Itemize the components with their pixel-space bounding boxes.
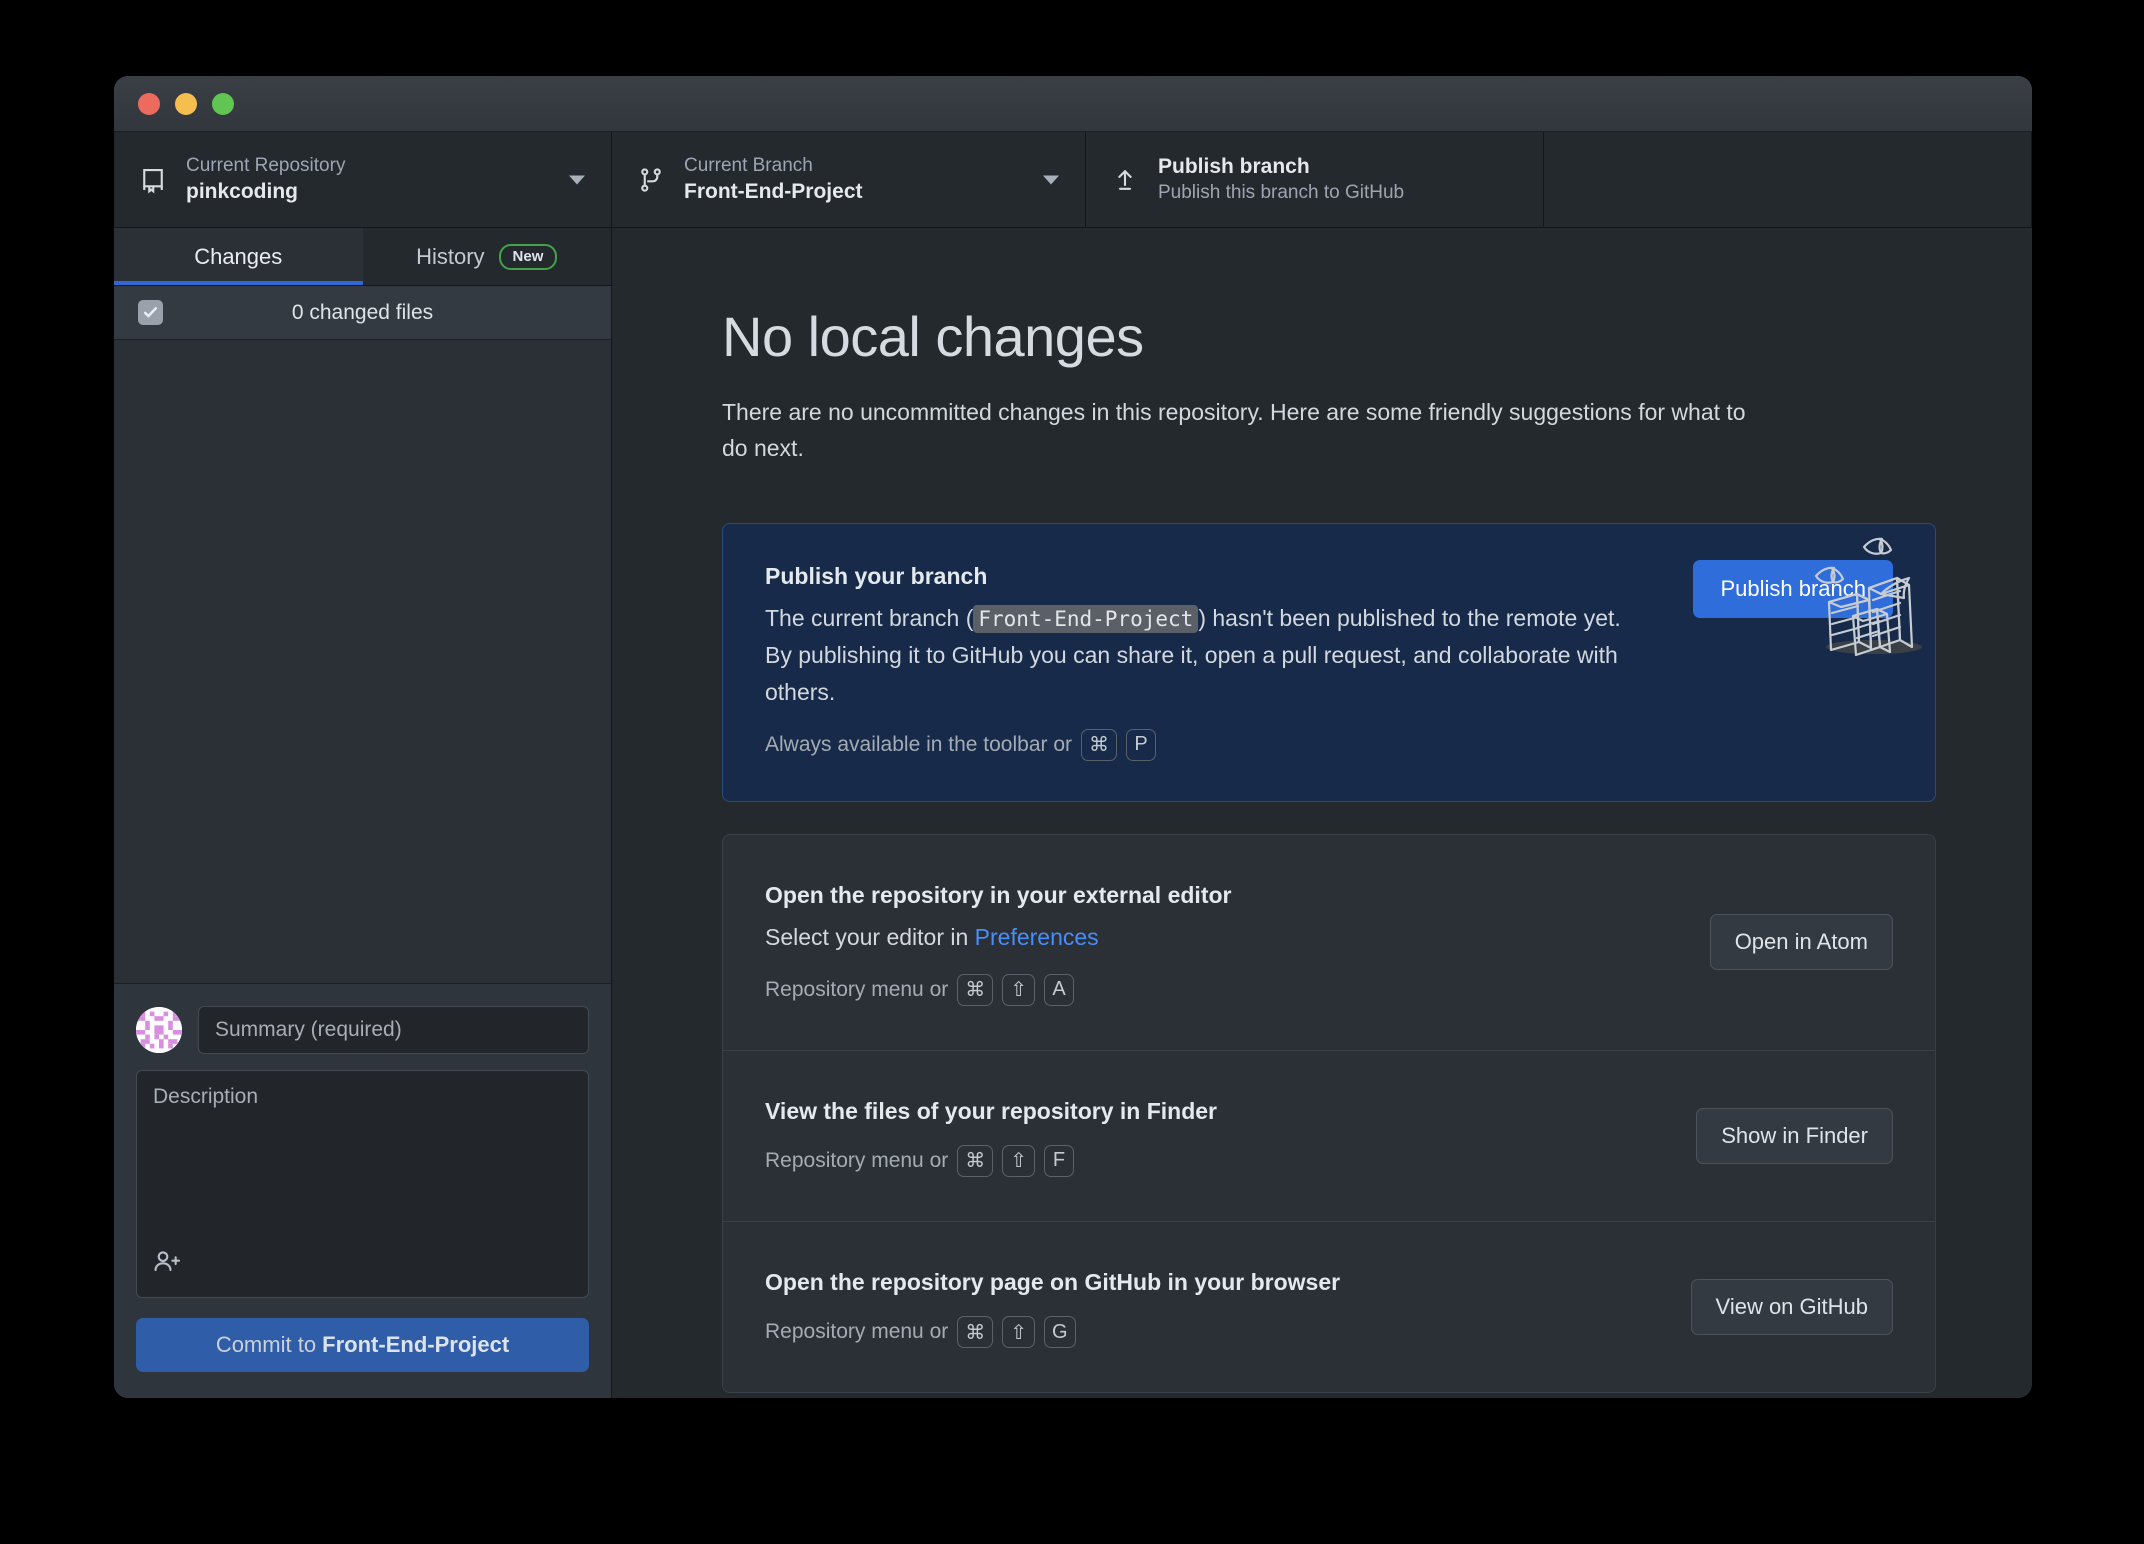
kbd-command-icon: ⌘ [957,1144,994,1177]
person-add-icon[interactable] [151,1246,183,1283]
current-repository-value: pinkcoding [186,179,298,203]
suggestion-title: Open the repository in your external edi… [765,881,1232,908]
publish-branch-toolbar-button[interactable]: Publish branch Publish this branch to Gi… [1086,132,1544,227]
chevron-down-icon [569,175,585,184]
suggestion-show-in-finder: View the files of your repository in Fin… [723,1051,1935,1222]
suggestion-footer-text: Repository menu or [765,1320,949,1344]
kbd-shift-icon: ⇧ [1002,1316,1036,1349]
commit-summary-row [136,1006,589,1054]
kbd-command-icon: ⌘ [957,1316,994,1349]
current-branch-value: Front-End-Project [684,179,863,203]
suggestion-footer: Repository menu or ⌘ ⇧ F [765,1144,1666,1177]
changed-files-count: 0 changed files [291,300,434,324]
suggestion-body: Select your editor in Preferences [765,919,1645,956]
repo-icon [138,165,168,195]
kbd-p: P [1126,728,1157,761]
suggestion-footer-text: Repository menu or [765,977,949,1001]
upload-icon [1110,165,1140,195]
toolbar: Current Repository pinkcoding Current Br… [114,132,2032,228]
publish-card-body: The current branch (Front-End-Project) h… [765,600,1645,710]
title-bar [114,76,2032,132]
view-on-github-button[interactable]: View on GitHub [1690,1279,1893,1336]
suggestion-title: Open the repository page on GitHub in yo… [765,1268,1341,1295]
kbd-shift-icon: ⇧ [1002,1144,1036,1177]
page-title: No local changes [722,305,1144,368]
kbd-command-icon: ⌘ [957,973,994,1006]
suggestion-title: View the files of your repository in Fin… [765,1097,1217,1124]
current-repository-label: Current Repository [186,155,346,176]
kbd-a: A [1044,973,1075,1006]
open-in-atom-button[interactable]: Open in Atom [1709,914,1893,971]
publish-card-text: Publish your branch The current branch (… [765,560,1663,761]
page-subtitle: There are no uncommitted changes in this… [722,398,1746,462]
tab-changes[interactable]: Changes [114,228,363,286]
suggestions-card: Open the repository in your external edi… [722,833,1936,1394]
current-repository-dropdown[interactable]: Current Repository pinkcoding [114,132,612,227]
sidebar-tabs: Changes History New [114,228,611,286]
git-branch-icon [636,165,666,195]
main-content: No local changes There are no uncommitte… [612,228,2032,1398]
app-window: Current Repository pinkcoding Current Br… [114,76,2032,1398]
publish-branch-card: Publish your branch The current branch (… [722,523,1936,802]
minimize-window-button[interactable] [175,92,197,115]
kbd-command-icon: ⌘ [1081,728,1118,761]
suggestion-text: View the files of your repository in Fin… [765,1095,1666,1177]
chevron-down-icon [1043,175,1059,184]
traffic-lights [138,92,234,115]
suggestion-open-in-editor: Open the repository in your external edi… [723,835,1935,1051]
publish-card-body-before: The current branch ( [765,605,974,632]
current-branch-label: Current Branch [684,155,813,176]
commit-button-prefix: Commit to [215,1332,323,1357]
history-new-badge: New [498,243,558,270]
toolbar-empty-area [1544,132,2032,227]
suggestion-footer-text: Repository menu or [765,1148,949,1172]
tab-history-label: History [416,243,485,269]
sidebar: Changes History New 0 changed files Summ… [114,228,612,1398]
suggestion-text: Open the repository page on GitHub in yo… [765,1266,1661,1349]
publish-card-footer: Always available in the toolbar or ⌘ P [765,728,1663,761]
branch-name-chip: Front-End-Project [973,605,1199,634]
commit-button-branch: Front-End-Project [322,1332,510,1357]
commit-description-input[interactable]: Description [136,1070,589,1298]
preferences-link[interactable]: Preferences [975,924,1099,950]
select-all-checkbox[interactable] [138,300,163,325]
maximize-window-button[interactable] [212,92,234,115]
no-changes-illustration [1798,518,1928,663]
suggestion-body-text: Select your editor in [765,923,975,950]
changed-files-header: 0 changed files [114,286,611,340]
suggestion-text: Open the repository in your external edi… [765,879,1680,1006]
changed-file-list [114,340,611,983]
avatar [136,1007,182,1053]
commit-description-placeholder: Description [153,1085,259,1108]
kbd-f: F [1044,1144,1075,1177]
current-branch-dropdown[interactable]: Current Branch Front-End-Project [612,132,1086,227]
commit-summary-input[interactable] [198,1006,589,1054]
publish-branch-title: Publish branch [1158,155,1310,178]
app-body: Changes History New 0 changed files Summ… [114,228,2032,1398]
suggestion-view-on-github: Open the repository page on GitHub in yo… [723,1222,1935,1392]
commit-form: Description Commit to Front-End-Project [114,983,611,1398]
publish-branch-subtitle: Publish this branch to GitHub [1158,182,1405,204]
publish-card-title: Publish your branch [765,563,988,590]
commit-button[interactable]: Commit to Front-End-Project [136,1318,589,1372]
kbd-g: G [1044,1316,1076,1349]
suggestion-footer: Repository menu or ⌘ ⇧ A [765,973,1680,1006]
tab-history[interactable]: History New [362,228,611,286]
publish-card-footer-text: Always available in the toolbar or [765,732,1073,756]
tab-changes-label: Changes [194,243,283,269]
close-window-button[interactable] [138,92,160,115]
suggestion-footer: Repository menu or ⌘ ⇧ G [765,1316,1661,1349]
show-in-finder-button[interactable]: Show in Finder [1696,1107,1893,1164]
kbd-shift-icon: ⇧ [1002,973,1036,1006]
